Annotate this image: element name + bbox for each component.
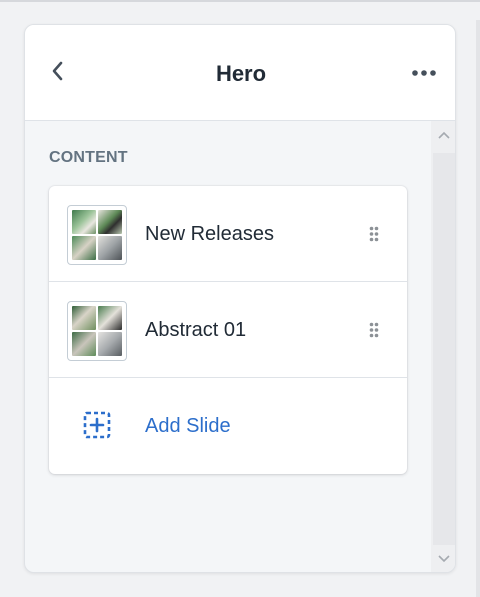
drag-handle-icon (369, 322, 379, 338)
slide-thumbnail (67, 301, 127, 361)
horizontal-dots-icon (412, 70, 436, 76)
add-slide-button[interactable]: Add Slide (49, 378, 407, 474)
scroll-up-button[interactable] (436, 127, 452, 143)
chevron-up-icon (438, 131, 450, 139)
dashed-plus-icon (83, 411, 111, 439)
drag-handle[interactable] (367, 320, 381, 340)
panel-header: Hero (25, 25, 455, 121)
slide-thumbnail (67, 205, 127, 265)
slide-label: Abstract 01 (145, 319, 247, 341)
drag-handle-icon (369, 226, 379, 242)
slides-list: New Releases Abstract 01 Add Slide (49, 186, 407, 474)
hero-section-panel: Hero CONTENT New Releases Abstract 01 Ad… (24, 24, 456, 573)
window-top-border (0, 0, 480, 2)
scroll-down-button[interactable] (436, 551, 452, 567)
page-title: Hero (215, 61, 267, 86)
scrollbar-track[interactable] (433, 153, 455, 545)
slide-item-abstract-01[interactable]: Abstract 01 (49, 282, 407, 378)
slide-label: New Releases (145, 223, 274, 245)
adjacent-pane-edge (476, 20, 480, 597)
section-heading: CONTENT (49, 149, 128, 166)
chevron-down-icon (438, 555, 450, 563)
slide-item-new-releases[interactable]: New Releases (49, 186, 407, 282)
add-slide-label: Add Slide (145, 415, 231, 437)
more-actions-button[interactable] (409, 61, 439, 85)
panel-body: CONTENT New Releases Abstract 01 Add Sli… (25, 121, 455, 572)
drag-handle[interactable] (367, 224, 381, 244)
vertical-scrollbar[interactable] (431, 121, 455, 572)
